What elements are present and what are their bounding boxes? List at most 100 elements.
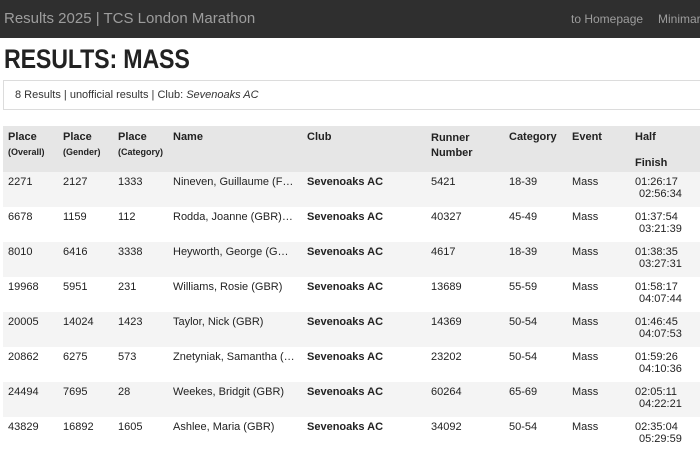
cell-category: 50-54 [509,351,538,363]
cell-event: Mass [572,386,599,398]
nav-link-minimarathon[interactable]: Minimara [658,12,700,26]
header-name[interactable]: Name [168,126,302,172]
cell-club: Sevenoaks AC [307,281,384,293]
cell-club: Sevenoaks AC [307,176,384,188]
cell-finish-time: 04:10:36 [639,363,682,375]
cell-runner-number: 23202 [431,351,462,363]
results-club-filter: Sevenoaks AC [186,89,259,101]
cell-place-overall: 6678 [8,211,33,223]
cell-times: 01:38:35 03:27:31 [630,242,700,277]
cell-category: 65-69 [509,386,538,398]
cell-times: 01:46:45 04:07:53 [630,312,700,347]
table-row[interactable]: 2271 2127 1333 Nineven, Guillaume (F… Seveno… [3,172,700,207]
cell-event: Mass [572,281,599,293]
cell-place-gender: 6275 [63,351,88,363]
cell-finish-time: 04:22:21 [639,398,682,410]
table-row[interactable]: 24494 7695 28 Weekes, Bridgit (GBR) Sevenoak… [3,382,700,417]
cell-club: Sevenoaks AC [307,211,384,223]
site-title-link[interactable]: Results 2025 | TCS London Marathon [4,10,255,27]
cell-name[interactable]: Ashlee, Maria (GBR) [168,417,302,452]
table-row[interactable]: 19968 5951 231 Williams, Rosie (GBR) Sevenoa… [3,277,700,312]
header-half-finish[interactable]: Half Finish [630,126,700,172]
cell-half-time: 01:38:35 [635,246,678,258]
cell-runner-number: 40327 [431,211,462,223]
cell-finish-time: 05:29:59 [639,433,682,445]
cell-place-gender: 14024 [63,316,94,328]
cell-place-overall: 43829 [8,421,39,433]
cell-half-time: 01:59:26 [635,351,678,363]
table-header-row: Place (Overall) Place (Gender) Place (Categ… [3,126,700,172]
cell-category: 50-54 [509,421,538,433]
header-place-overall[interactable]: Place (Overall) [3,126,58,172]
nav-link-homepage[interactable]: to Homepage [571,12,643,26]
header-club[interactable]: Club [302,126,426,172]
cell-category: 50-54 [509,316,538,328]
cell-category: 18-39 [509,176,538,188]
cell-event: Mass [572,316,599,328]
cell-place-overall: 8010 [8,246,33,258]
table-row[interactable]: 43829 16892 1605 Ashlee, Maria (GBR) Sevenoa… [3,417,700,452]
cell-place-category: 1605 [118,421,143,433]
cell-half-time: 01:37:54 [635,211,678,223]
cell-place-category: 1423 [118,316,143,328]
cell-place-category: 573 [118,351,137,363]
cell-half-time: 01:58:17 [635,281,678,293]
cell-club: Sevenoaks AC [307,386,384,398]
cell-name[interactable]: Znetyniak, Samantha (… [168,347,302,382]
cell-place-overall: 2271 [8,176,33,188]
cell-runner-number: 60264 [431,386,462,398]
results-table-container: Place (Overall) Place (Gender) Place (Categ… [3,126,700,452]
page-title: RESULTS: MASS [4,44,190,74]
cell-place-category: 1333 [118,176,143,188]
cell-place-overall: 24494 [8,386,39,398]
cell-name[interactable]: Heyworth, George (G… [168,242,302,277]
cell-place-gender: 2127 [63,176,88,188]
cell-runner-number: 13689 [431,281,462,293]
header-category[interactable]: Category [504,126,567,172]
cell-runner-number: 5421 [431,176,456,188]
cell-place-overall: 20005 [8,316,39,328]
cell-name[interactable]: Taylor, Nick (GBR) [168,312,302,347]
results-summary: 8 Results | unofficial results | Club: S… [3,80,700,110]
cell-name[interactable]: Williams, Rosie (GBR) [168,277,302,312]
table-row[interactable]: 6678 1159 112 Rodda, Joanne (GBR)… Sevenoaks… [3,207,700,242]
table-row[interactable]: 20862 6275 573 Znetyniak, Samantha (… Seveno… [3,347,700,382]
cell-club: Sevenoaks AC [307,421,384,433]
cell-runner-number: 14369 [431,316,462,328]
table-row[interactable]: 20005 14024 1423 Taylor, Nick (GBR) Sevenoak… [3,312,700,347]
cell-place-gender: 7695 [63,386,88,398]
cell-name[interactable]: Weekes, Bridgit (GBR) [168,382,302,417]
cell-finish-time: 02:56:34 [639,188,682,200]
cell-club: Sevenoaks AC [307,246,384,258]
cell-half-time: 01:26:17 [635,176,678,188]
header-runner-number[interactable]: Runner Number [426,126,504,172]
cell-half-time: 01:46:45 [635,316,678,328]
cell-club: Sevenoaks AC [307,316,384,328]
header-place-category[interactable]: Place (Category) [113,126,168,172]
cell-name[interactable]: Rodda, Joanne (GBR)… [168,207,302,242]
cell-half-time: 02:35:04 [635,421,678,433]
cell-place-overall: 20862 [8,351,39,363]
cell-event: Mass [572,211,599,223]
cell-event: Mass [572,421,599,433]
header-event[interactable]: Event [567,126,630,172]
cell-times: 02:35:04 05:29:59 [630,417,700,452]
cell-finish-time: 03:27:31 [639,258,682,270]
top-navbar: Results 2025 | TCS London Marathon to Ho… [0,0,700,38]
cell-place-gender: 16892 [63,421,94,433]
cell-place-category: 3338 [118,246,143,258]
cell-category: 45-49 [509,211,538,223]
cell-half-time: 02:05:11 [635,386,678,398]
cell-place-category: 112 [118,211,136,223]
cell-place-category: 28 [118,386,131,398]
cell-club: Sevenoaks AC [307,351,384,363]
table-row[interactable]: 8010 6416 3338 Heyworth, George (G… Sevenoak… [3,242,700,277]
results-table: Place (Overall) Place (Gender) Place (Categ… [3,126,700,452]
cell-times: 01:37:54 03:21:39 [630,207,700,242]
results-summary-text: 8 Results | unofficial results | Club: [15,89,187,101]
cell-runner-number: 34092 [431,421,462,433]
cell-finish-time: 04:07:53 [639,328,682,340]
cell-times: 01:26:17 02:56:34 [630,172,700,207]
header-place-gender[interactable]: Place (Gender) [58,126,113,172]
cell-name[interactable]: Nineven, Guillaume (F… [168,172,302,207]
